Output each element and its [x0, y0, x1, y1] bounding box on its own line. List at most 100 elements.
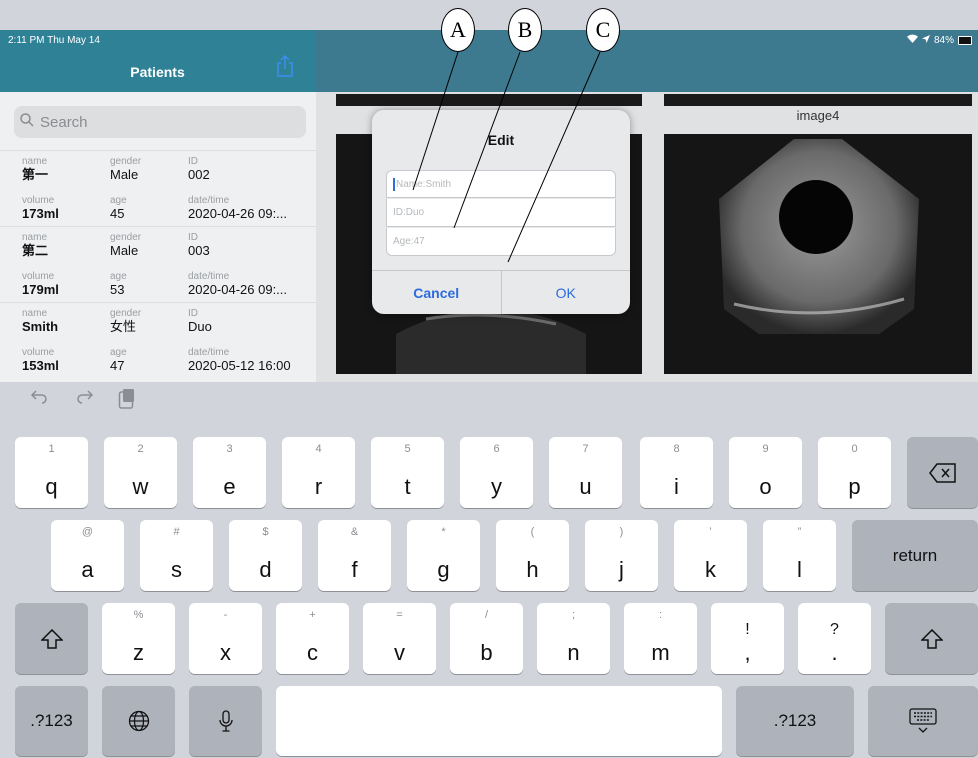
patient-name: 第一	[22, 167, 49, 182]
key-u[interactable]: 7u	[549, 437, 622, 508]
age-field[interactable]: Age:47	[386, 228, 616, 256]
image4-label: image4	[796, 108, 840, 123]
callout-a: A	[441, 8, 475, 52]
gender-label: gender	[110, 308, 142, 319]
text-cursor	[393, 177, 395, 191]
age-label: age	[110, 347, 127, 358]
patient-gender: Male	[110, 167, 139, 182]
patient-age: 45	[110, 206, 125, 221]
image-thumbnail-top-left[interactable]	[336, 94, 642, 106]
globe-key[interactable]	[102, 686, 175, 756]
key-b[interactable]: / b	[450, 603, 523, 674]
patient-date: 2020-04-26 09:...	[188, 282, 288, 297]
numbers-key-right[interactable]: .?123	[736, 686, 854, 756]
id-placeholder: ID:Duo	[393, 207, 425, 218]
key-w[interactable]: 2w	[104, 437, 177, 508]
gender-label: gender	[110, 156, 142, 167]
key-f[interactable]: & f	[318, 520, 391, 591]
keyboard-dismiss-icon	[868, 686, 978, 756]
patient-name: Smith	[22, 319, 59, 334]
date-label: date/time	[188, 195, 230, 206]
date-label: date/time	[188, 347, 230, 358]
patient-date: 2020-04-26 09:...	[188, 206, 288, 221]
age-label: age	[110, 271, 127, 282]
key-y[interactable]: 6y	[460, 437, 533, 508]
volume-label: volume	[22, 271, 55, 282]
key-r[interactable]: 4r	[282, 437, 355, 508]
key-g[interactable]: * g	[407, 520, 480, 591]
image-thumbnail-top-right[interactable]	[664, 94, 972, 106]
location-icon	[921, 34, 930, 46]
name-field[interactable]: Name:Smith	[386, 170, 616, 198]
globe-icon	[102, 686, 175, 756]
id-label: ID	[188, 156, 198, 167]
key-t[interactable]: 5t	[371, 437, 444, 508]
paste-icon[interactable]	[118, 388, 136, 415]
dialog-title: Edit	[487, 132, 515, 148]
status-indicators: 84%	[906, 30, 972, 50]
hide-keyboard-key[interactable]	[868, 686, 978, 756]
patient-id: 002	[188, 167, 210, 182]
volume-label: volume	[22, 347, 55, 358]
wifi-icon	[906, 34, 918, 46]
key-x[interactable]: -x	[189, 603, 262, 674]
key-v[interactable]: = v	[363, 603, 436, 674]
name-placeholder: Name:Smith	[396, 178, 452, 190]
patient-row-2[interactable]: name 第二 gender Male ID 003 volume 179ml age 5…	[0, 226, 316, 303]
date-label: date/time	[188, 271, 230, 282]
key-h[interactable]: (h	[496, 520, 569, 591]
space-bar[interactable]	[276, 686, 722, 756]
cancel-button[interactable]: Cancel	[372, 271, 501, 314]
shift-icon	[15, 603, 88, 674]
patient-row-3[interactable]: name Smith gender 女性 ID Duo volume 153ml age…	[0, 302, 316, 379]
key-n[interactable]: ; n	[537, 603, 610, 674]
shift-key-left[interactable]	[15, 603, 88, 674]
dictation-key[interactable]	[189, 686, 262, 756]
ultrasound-image-4[interactable]	[664, 134, 972, 374]
key-s[interactable]: # s	[140, 520, 213, 591]
undo-icon[interactable]	[30, 388, 48, 409]
key-l[interactable]: ” l	[763, 520, 836, 591]
battery-percent: 84%	[933, 34, 954, 46]
patient-row-1[interactable]: name 第一 gender Male ID 002 volume 173ml age 4…	[0, 150, 316, 227]
key-comma[interactable]: !,	[711, 603, 784, 674]
patient-name: 第二	[22, 243, 49, 258]
backspace-key[interactable]	[907, 437, 978, 508]
dialog-buttons: Cancel OK	[372, 270, 630, 314]
shift-key-right[interactable]	[885, 603, 978, 674]
return-key[interactable]: return	[852, 520, 978, 591]
age-label: age	[110, 195, 127, 206]
key-i[interactable]: 8i	[640, 437, 713, 508]
name-label: name	[22, 308, 48, 319]
key-z[interactable]: % z	[102, 603, 175, 674]
key-j[interactable]: ) j	[585, 520, 658, 591]
key-period[interactable]: ?.	[798, 603, 871, 674]
patient-id: Duo	[188, 319, 212, 334]
key-a[interactable]: @ a	[51, 520, 124, 591]
microphone-icon	[189, 686, 262, 756]
status-time: 2:11 PM Thu May 14	[8, 34, 100, 46]
gender-label: gender	[110, 232, 142, 243]
name-label: name	[22, 232, 48, 243]
search-icon	[20, 113, 34, 131]
numbers-key-left[interactable]: .?123	[15, 686, 88, 756]
id-field[interactable]: ID:Duo	[386, 199, 616, 227]
key-e[interactable]: 3e	[193, 437, 266, 508]
ok-button[interactable]: OK	[500, 271, 631, 314]
patient-id: 003	[188, 243, 210, 258]
volume-label: volume	[22, 195, 55, 206]
share-icon[interactable]	[275, 54, 295, 77]
patient-volume: 153ml	[22, 358, 59, 373]
key-q[interactable]: 1q	[15, 437, 88, 508]
key-p[interactable]: 0p	[818, 437, 891, 508]
key-c[interactable]: + c	[276, 603, 349, 674]
redo-icon[interactable]	[76, 388, 94, 409]
id-label: ID	[188, 308, 198, 319]
key-m[interactable]: :m	[624, 603, 697, 674]
patient-gender: 女性	[110, 319, 137, 334]
search-placeholder: Search	[40, 113, 88, 131]
key-d[interactable]: $ d	[229, 520, 302, 591]
key-k[interactable]: ’ k	[674, 520, 747, 591]
key-o[interactable]: 9o	[729, 437, 802, 508]
search-input[interactable]: Search	[14, 106, 306, 138]
